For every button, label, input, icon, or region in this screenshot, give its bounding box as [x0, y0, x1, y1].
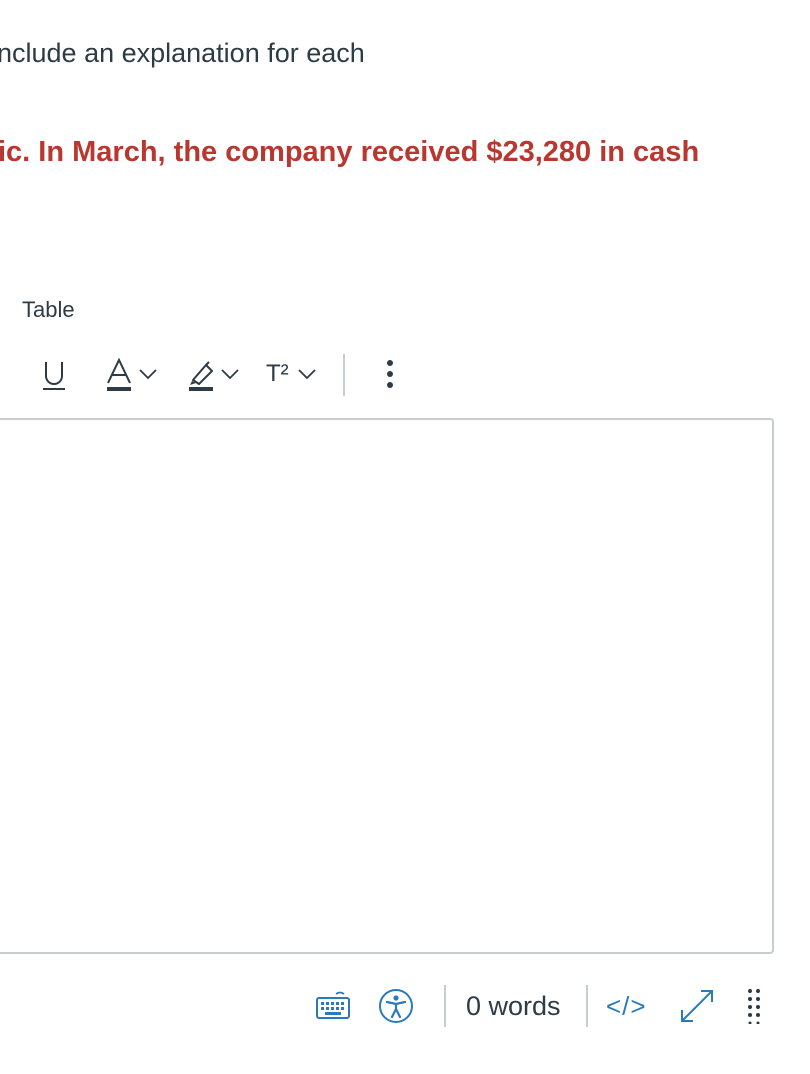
html-editor-toggle[interactable]: </>	[606, 980, 647, 1032]
word-count: 0 words	[466, 990, 561, 1021]
keyboard-shortcuts-button[interactable]	[312, 980, 354, 1032]
editor-toolbar: T²	[0, 350, 420, 400]
fullscreen-button[interactable]	[676, 980, 718, 1032]
more-vertical-icon	[387, 360, 393, 388]
question-instruction-text: nclude an explanation for each	[0, 38, 365, 68]
highlight-color-button[interactable]	[186, 350, 244, 398]
drag-handle-icon	[748, 989, 760, 1024]
resize-handle[interactable]	[744, 980, 764, 1032]
underline-icon	[43, 362, 65, 390]
question-highlight-text: ic. In March, the company received $23,2…	[0, 136, 700, 168]
underline-button[interactable]	[40, 350, 70, 398]
assignment-page: nclude an explanation for each ic. In Ma…	[0, 0, 810, 1074]
chevron-down-icon	[221, 369, 239, 380]
text-color-button[interactable]	[104, 350, 162, 398]
expand-icon	[681, 990, 713, 1022]
chevron-down-icon	[139, 369, 157, 380]
accessibility-icon	[379, 989, 413, 1023]
html-toggle-label: </>	[606, 990, 647, 1021]
editor-statusbar: 0 words </>	[0, 980, 810, 1032]
accessibility-checker-button[interactable]	[376, 980, 416, 1032]
statusbar-divider	[586, 985, 588, 1027]
rich-text-editor[interactable]	[0, 418, 774, 954]
toolbar-divider	[343, 354, 345, 396]
superscript-label: T²	[266, 360, 289, 387]
word-count-indicator: 0 words	[466, 980, 561, 1032]
statusbar-divider	[444, 985, 446, 1027]
keyboard-icon	[316, 991, 350, 1019]
chevron-down-icon	[298, 369, 316, 380]
menu-table[interactable]: Table	[22, 297, 75, 323]
text-color-icon	[107, 357, 131, 391]
highlight-color-icon	[189, 361, 213, 391]
more-toolbar-button[interactable]	[378, 350, 402, 398]
superscript-button[interactable]: T²	[266, 350, 328, 398]
